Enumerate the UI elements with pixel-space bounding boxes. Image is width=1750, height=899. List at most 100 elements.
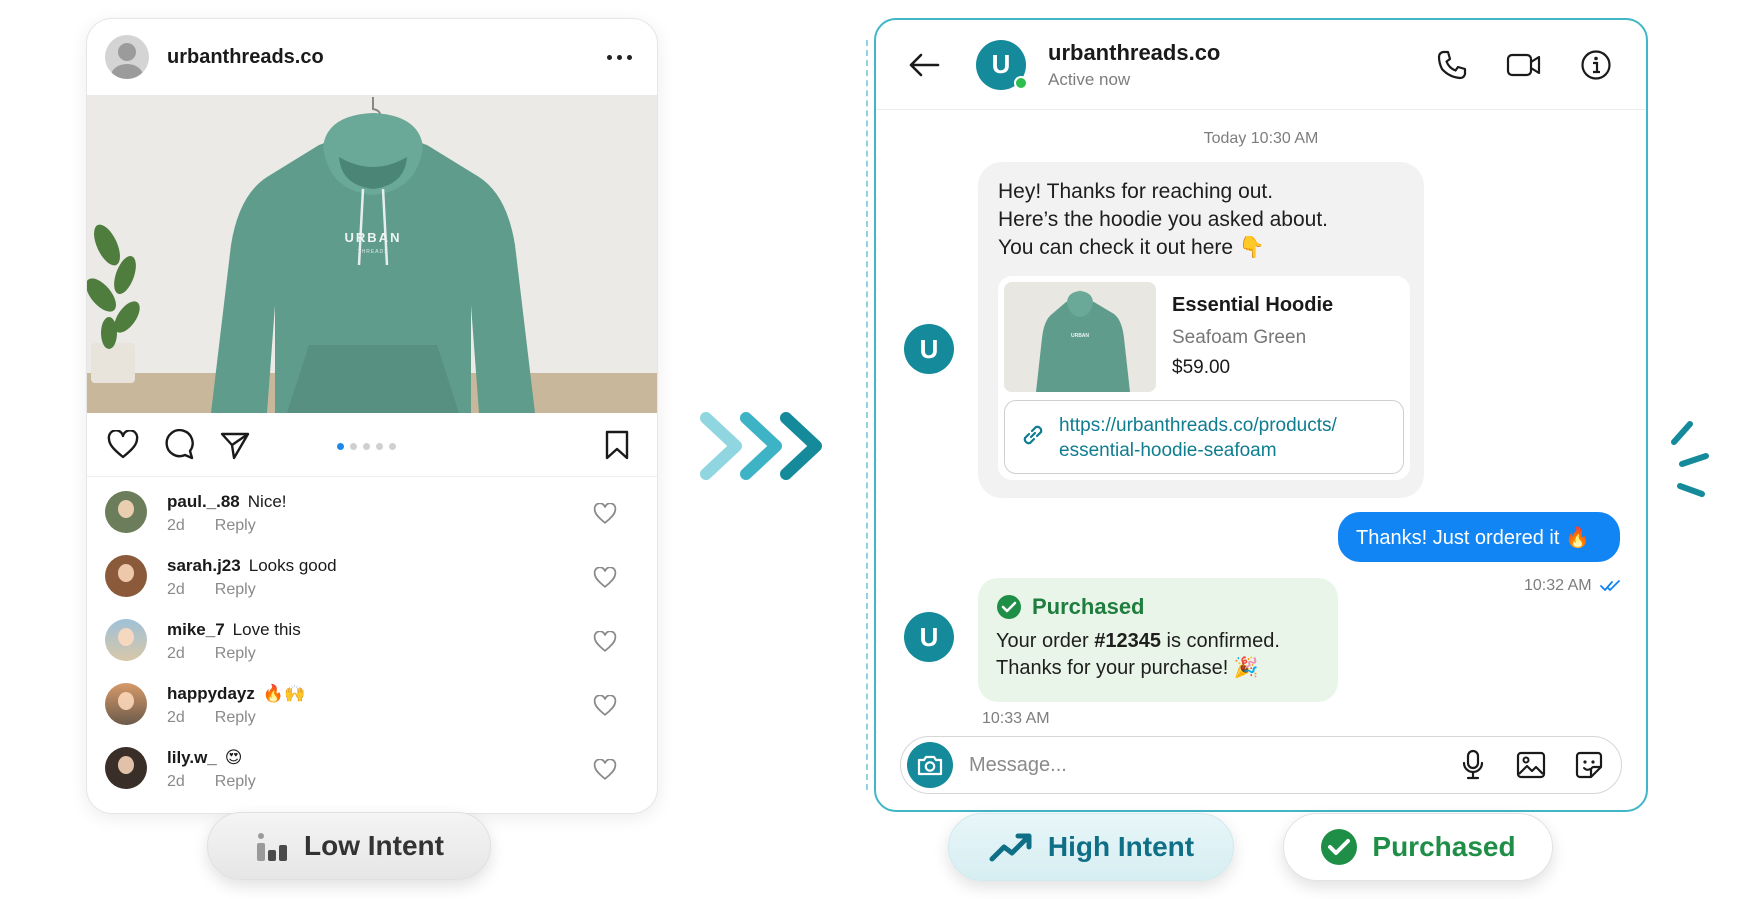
- link-chain-icon: [1019, 421, 1047, 449]
- dm-dashed-edge: [866, 40, 868, 790]
- confirmation-line: Your order #12345 is confirmed.: [996, 630, 1280, 652]
- microphone-icon[interactable]: [1455, 747, 1491, 783]
- high-intent-badge: High Intent: [948, 813, 1234, 881]
- svg-text:URBAN: URBAN: [345, 230, 402, 245]
- comment-time: 2d: [167, 773, 185, 790]
- comment-text: Love this: [232, 620, 301, 639]
- purchased-label: Purchased: [1372, 831, 1516, 862]
- outgoing-message-time: 10:32 AM: [1524, 577, 1620, 595]
- reply-link[interactable]: Reply: [215, 773, 256, 790]
- carousel-indicator: [337, 443, 396, 450]
- comment-time: 2d: [167, 581, 185, 598]
- transition-arrows-icon: [700, 412, 822, 480]
- comment-text: Looks good: [248, 556, 337, 575]
- commenter-avatar[interactable]: [105, 619, 147, 661]
- bookmark-icon[interactable]: [599, 427, 635, 463]
- online-status-dot: [1014, 75, 1028, 90]
- comment-like-heart-icon[interactable]: [593, 695, 617, 719]
- dm-contact-status: Active now: [1048, 69, 1131, 89]
- comments-list: paul._.88 Nice! 2d Reply sarah.j23 Looks go…: [87, 477, 657, 801]
- sticker-icon[interactable]: [1571, 747, 1607, 783]
- sender-avatar[interactable]: U: [904, 324, 954, 374]
- share-send-icon[interactable]: [217, 427, 253, 463]
- camera-icon[interactable]: [907, 742, 953, 788]
- video-call-icon[interactable]: [1504, 45, 1544, 85]
- message-input[interactable]: [969, 753, 1433, 777]
- phone-call-icon[interactable]: [1432, 45, 1472, 85]
- comment-like-heart-icon[interactable]: [593, 567, 617, 591]
- commenter-avatar[interactable]: [105, 555, 147, 597]
- reply-link[interactable]: Reply: [215, 709, 256, 726]
- outgoing-message-bubble: Thanks! Just ordered it 🔥: [1338, 512, 1620, 562]
- comment-like-heart-icon[interactable]: [593, 631, 617, 655]
- comment-row: happydayz 🔥🙌 2d Reply: [105, 673, 639, 737]
- confirmation-time: 10:33 AM: [982, 710, 1050, 727]
- reply-link[interactable]: Reply: [215, 517, 256, 534]
- high-intent-label: High Intent: [1047, 831, 1195, 862]
- gallery-image-icon[interactable]: [1513, 747, 1549, 783]
- instagram-post-card: urbanthreads.co URBAN THREADS paul._.88 …: [86, 18, 658, 814]
- dm-header: U urbanthreads.co Active now: [876, 20, 1646, 110]
- comment-text: Nice!: [247, 492, 287, 511]
- account-username[interactable]: urbanthreads.co: [167, 46, 599, 69]
- message-line: You can check it out here 👇: [998, 236, 1266, 259]
- commenter-avatar[interactable]: [105, 747, 147, 789]
- account-avatar[interactable]: [105, 35, 149, 79]
- svg-text:URBAN: URBAN: [1071, 333, 1089, 339]
- reply-link[interactable]: Reply: [215, 645, 256, 662]
- purchase-confirmation-bubble: Purchased Your order #12345 is confirmed…: [978, 578, 1338, 702]
- comment-text: 🔥🙌: [262, 684, 306, 703]
- post-header: urbanthreads.co: [87, 19, 657, 95]
- comment-text: 😍: [224, 748, 243, 767]
- comment-row: lily.w_ 😍 2d Reply: [105, 737, 639, 801]
- confirmation-line: Thanks for your purchase! 🎉: [996, 657, 1259, 679]
- product-thumbnail[interactable]: URBAN: [1004, 282, 1156, 392]
- message-line: Here’s the hoodie you asked about.: [998, 208, 1329, 231]
- comment-username[interactable]: sarah.j23: [167, 556, 241, 575]
- comment-like-heart-icon[interactable]: [593, 503, 617, 527]
- commenter-avatar[interactable]: [105, 491, 147, 533]
- comment-username[interactable]: paul._.88: [167, 492, 240, 511]
- comment-bubble-icon[interactable]: [161, 427, 197, 463]
- info-icon[interactable]: [1576, 45, 1616, 85]
- like-heart-icon[interactable]: [105, 427, 141, 463]
- dm-contact-avatar[interactable]: U: [976, 39, 1028, 90]
- more-options-icon[interactable]: [599, 42, 639, 72]
- comment-row: mike_7 Love this 2d Reply: [105, 609, 639, 673]
- product-color: Seafoam Green: [1172, 327, 1307, 348]
- comment-time: 2d: [167, 709, 185, 726]
- comment-time: 2d: [167, 517, 185, 534]
- bar-chart-icon: [257, 833, 287, 861]
- reply-link[interactable]: Reply: [215, 581, 256, 598]
- purchased-badge: Purchased: [1283, 813, 1553, 881]
- product-url-line[interactable]: essential-hoodie-seafoam: [1059, 438, 1337, 463]
- sender-avatar[interactable]: U: [904, 612, 954, 662]
- order-number: #12345: [1094, 630, 1161, 652]
- product-price: $59.00: [1172, 357, 1231, 378]
- post-image: URBAN THREADS: [87, 95, 657, 413]
- conversation-timestamp: Today 10:30 AM: [1203, 130, 1319, 147]
- sparkle-accent-icon: [1671, 421, 1709, 497]
- svg-text:THREADS: THREADS: [358, 249, 389, 255]
- low-intent-label: Low Intent: [304, 830, 444, 861]
- message-composer: [900, 736, 1622, 794]
- check-circle-icon: [1321, 829, 1358, 865]
- check-circle-icon: [997, 595, 1021, 619]
- comment-username[interactable]: mike_7: [167, 620, 225, 639]
- comment-username[interactable]: happydayz: [167, 684, 255, 703]
- low-intent-badge: Low Intent: [207, 812, 491, 880]
- comment-row: sarah.j23 Looks good 2d Reply: [105, 545, 639, 609]
- trending-up-icon: [989, 833, 1032, 862]
- product-url-line[interactable]: https://urbanthreads.co/products/: [1059, 413, 1337, 438]
- product-title: Essential Hoodie: [1172, 294, 1334, 316]
- product-link[interactable]: https://urbanthreads.co/products/ essent…: [1004, 400, 1404, 474]
- dm-contact-name[interactable]: urbanthreads.co: [1048, 40, 1400, 66]
- back-arrow-icon[interactable]: [906, 47, 942, 83]
- commenter-avatar[interactable]: [105, 683, 147, 725]
- comment-like-heart-icon[interactable]: [593, 759, 617, 783]
- comment-username[interactable]: lily.w_: [167, 748, 217, 767]
- product-card[interactable]: URBAN Essential Hoodie Seafoam Green $59…: [998, 276, 1410, 480]
- comment-time: 2d: [167, 645, 185, 662]
- post-action-bar: [87, 413, 657, 477]
- direct-message-window: U urbanthreads.co Active now Today 10:30…: [874, 18, 1648, 812]
